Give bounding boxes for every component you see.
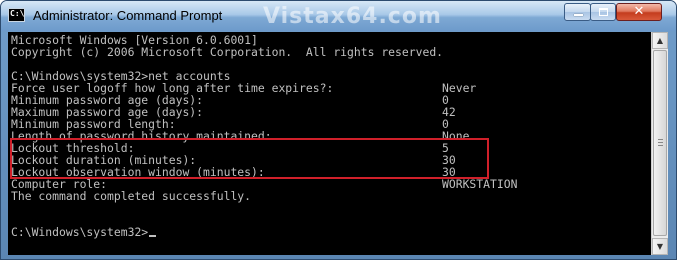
grip-line (658, 139, 663, 140)
title-bar[interactable]: C:\ Administrator: Command Prompt Vistax… (1, 1, 676, 31)
minimize-button[interactable] (564, 3, 591, 21)
arrow-down-icon: ▼ (656, 242, 664, 251)
console-line: The command completed successfully. (11, 189, 252, 203)
close-icon: ✕ (633, 4, 645, 19)
cmd-icon[interactable]: C:\ (8, 8, 25, 22)
arrow-up-icon: ▲ (656, 36, 664, 45)
console-line: Copyright (c) 2006 Microsoft Corporation… (11, 45, 444, 59)
watermark-text: Vistax64.com (263, 4, 442, 29)
cmd-icon-text: C:\ (10, 9, 25, 18)
scroll-down-button[interactable]: ▼ (652, 238, 668, 255)
maximize-button[interactable] (590, 3, 616, 21)
window-title: Administrator: Command Prompt (33, 8, 223, 23)
minimize-icon (574, 14, 583, 16)
scroll-up-button[interactable]: ▲ (652, 32, 668, 49)
close-button[interactable]: ✕ (616, 3, 662, 21)
setting-value: WORKSTATION (442, 177, 518, 191)
maximize-icon (599, 8, 608, 16)
highlight-box (10, 138, 489, 179)
grip-line (658, 142, 663, 143)
text-cursor (149, 235, 157, 237)
vertical-scrollbar[interactable]: ▲ ▼ (651, 32, 668, 255)
command-prompt-window: C:\ Administrator: Command Prompt Vistax… (0, 0, 677, 260)
grip-line (658, 145, 663, 146)
console-output[interactable]: Microsoft Windows [Version 6.0.6001] Cop… (8, 32, 651, 255)
scroll-thumb[interactable] (653, 50, 667, 236)
console-prompt-line[interactable]: C:\Windows\system32> (11, 226, 157, 238)
